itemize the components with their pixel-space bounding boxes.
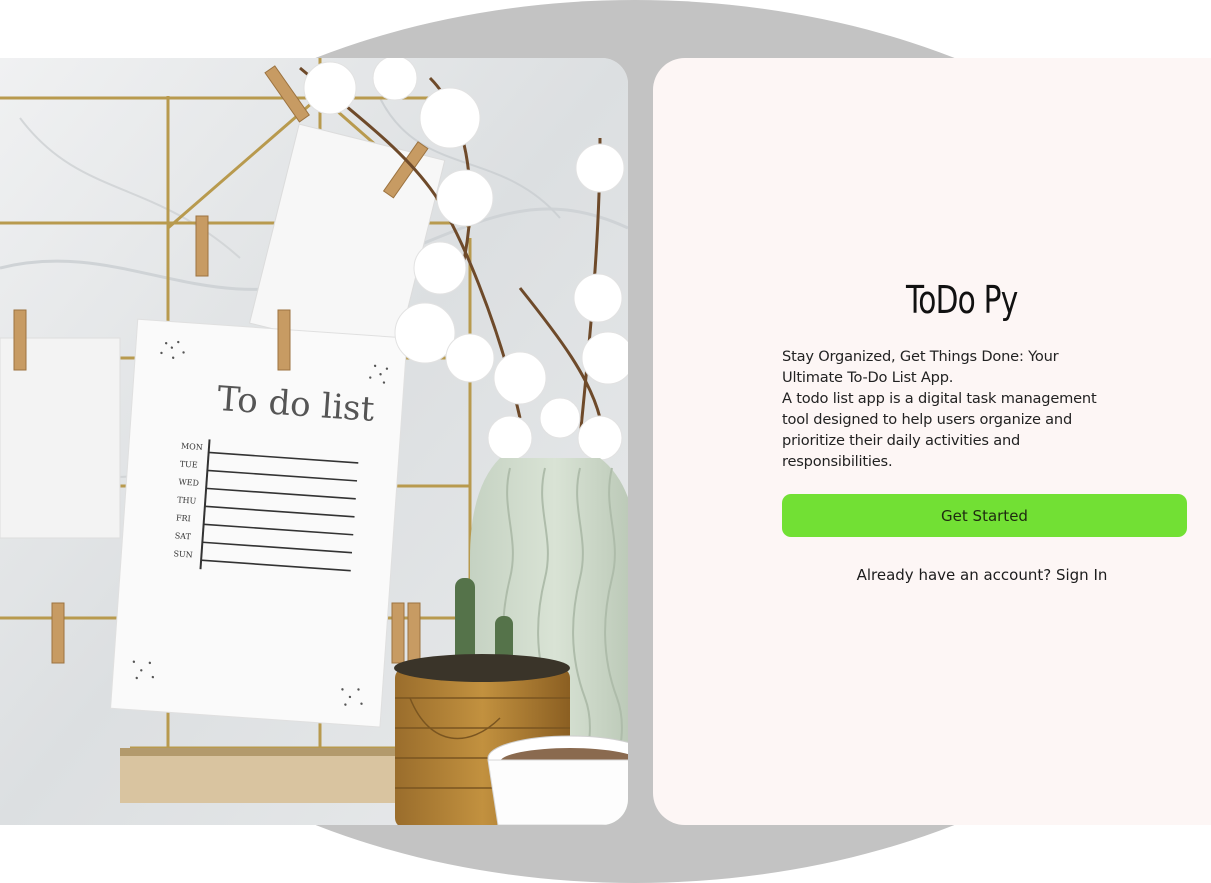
app-description: Stay Organized, Get Things Done: Your Ul… — [782, 346, 1122, 472]
hero-image: To do list MON TUE WED THU FRI SAT SUN — [0, 58, 628, 825]
note-day-label: THU — [177, 495, 197, 505]
note-day-label: TUE — [179, 459, 198, 469]
tagline: Stay Organized, Get Things Done: Your Ul… — [782, 348, 1059, 386]
get-started-button[interactable]: Get Started — [782, 494, 1187, 537]
note-day-label: MON — [181, 442, 203, 452]
app-title: ToDo Py — [906, 278, 1018, 322]
note-day-label: SAT — [174, 531, 191, 541]
description-text: A todo list app is a digital task manage… — [782, 390, 1097, 470]
sign-in-link[interactable]: Already have an account? Sign In — [782, 566, 1182, 584]
note-day-label: SUN — [173, 549, 193, 559]
note-day-label: WED — [178, 477, 199, 487]
note-day-label: FRI — [176, 513, 191, 523]
